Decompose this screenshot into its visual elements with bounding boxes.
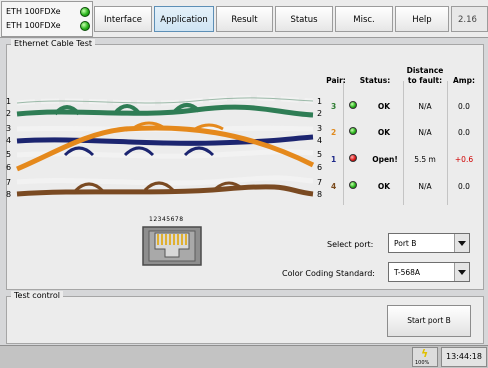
wire-num-left-8: 8 — [6, 190, 12, 199]
pair-header: Pair: — [326, 76, 346, 85]
tab-status[interactable]: Status — [275, 6, 333, 32]
amp-value: 0.0 — [458, 182, 470, 191]
amp-value: 0.0 — [458, 102, 470, 111]
distance-header-line2: to fault: — [407, 76, 443, 85]
distance-to-fault: N/A — [418, 102, 432, 111]
chevron-down-icon[interactable] — [454, 234, 469, 252]
pair-3-wires — [16, 95, 314, 118]
wire-num-right-3: 3 — [317, 124, 323, 133]
pair-status: OK — [377, 128, 391, 137]
pair-number: 2 — [331, 128, 337, 137]
wire-num-left-3: 3 — [6, 124, 12, 133]
test-control-title: Test control — [11, 291, 64, 300]
wire-num-right-7: 7 — [317, 178, 323, 187]
cable-test-panel: Ethernet Cable Test 1 2 3 4 5 6 7 8 1 2 … — [6, 39, 484, 290]
amp-value: 0.0 — [458, 128, 470, 137]
color-coding-label: Color Coding Standard: — [282, 269, 375, 278]
pair-number: 4 — [331, 182, 337, 191]
start-port-button[interactable]: Start port B — [387, 305, 471, 337]
tab-interface[interactable]: Interface — [94, 6, 152, 32]
color-coding-dropdown[interactable]: T-568A — [388, 262, 470, 282]
wire-num-left-7: 7 — [6, 178, 12, 187]
wire-num-right-4: 4 — [317, 136, 323, 145]
wire-num-left-2: 2 — [6, 109, 12, 118]
table-divider — [447, 81, 448, 205]
wire-num-right-8: 8 — [317, 190, 323, 199]
pair-4-wires — [16, 175, 314, 197]
port-label-2: ETH 100FDXe — [6, 21, 61, 30]
clock: 13:44:18 — [441, 347, 487, 367]
connector-pin-numbers: 12345678 — [149, 216, 184, 223]
status-led-red-icon — [349, 154, 357, 162]
pair-status: Open! — [372, 155, 398, 164]
tab-version[interactable]: 2.16 — [451, 6, 488, 32]
cable-wires-diagram — [16, 95, 315, 197]
pair-status: OK — [377, 102, 391, 111]
battery-indicator[interactable]: ϟ 100% — [412, 347, 438, 367]
lightning-icon: ϟ — [421, 347, 429, 360]
top-bar: ETH 100FDXe ETH 100FDXe Interface Applic… — [0, 0, 488, 38]
port-status-box[interactable]: ETH 100FDXe ETH 100FDXe — [1, 1, 93, 37]
wire-num-left-1: 1 — [6, 97, 12, 106]
wire-num-right-2: 2 — [317, 109, 323, 118]
pair-number: 3 — [331, 102, 337, 111]
port-1-led-icon — [80, 7, 90, 17]
pair-number: 1 — [331, 155, 337, 164]
tab-misc[interactable]: Misc. — [335, 6, 393, 32]
distance-to-fault: N/A — [418, 128, 432, 137]
amp-header: Amp: — [453, 76, 475, 85]
amp-value: +0.6 — [454, 155, 474, 164]
status-header: Status: — [359, 76, 391, 85]
status-led-green-icon — [349, 127, 357, 135]
port-label-1: ETH 100FDXe — [6, 7, 61, 16]
tab-result[interactable]: Result — [216, 6, 273, 32]
tab-application[interactable]: Application — [154, 6, 214, 32]
wire-num-right-5: 5 — [317, 150, 323, 159]
table-divider — [343, 81, 344, 205]
status-led-green-icon — [349, 181, 357, 189]
wire-num-left-6: 6 — [6, 163, 12, 172]
wire-num-right-6: 6 — [317, 163, 323, 172]
select-port-label: Select port: — [327, 240, 374, 249]
port-2-led-icon — [80, 21, 90, 31]
cable-test-title: Ethernet Cable Test — [11, 39, 96, 48]
wire-num-left-5: 5 — [6, 150, 12, 159]
distance-to-fault: N/A — [418, 182, 432, 191]
status-led-green-icon — [349, 101, 357, 109]
tab-help[interactable]: Help — [395, 6, 449, 32]
distance-header-line1: Distance — [406, 66, 444, 75]
rj45-connector-icon: 12345678 — [141, 216, 205, 268]
pair-2-wires — [16, 121, 315, 172]
chevron-down-icon[interactable] — [454, 263, 469, 281]
status-bar: ϟ 100% 13:44:18 — [0, 345, 488, 368]
battery-percent: 100% — [415, 360, 430, 366]
color-coding-value: T-568A — [394, 268, 421, 277]
select-port-dropdown[interactable]: Port B — [388, 233, 470, 253]
distance-to-fault: 5.5 m — [414, 155, 436, 164]
select-port-value: Port B — [394, 239, 417, 248]
test-control-panel: Test control Start port B — [6, 291, 484, 344]
wire-num-left-4: 4 — [6, 136, 12, 145]
wire-num-right-1: 1 — [317, 97, 323, 106]
pair-status: OK — [377, 182, 391, 191]
